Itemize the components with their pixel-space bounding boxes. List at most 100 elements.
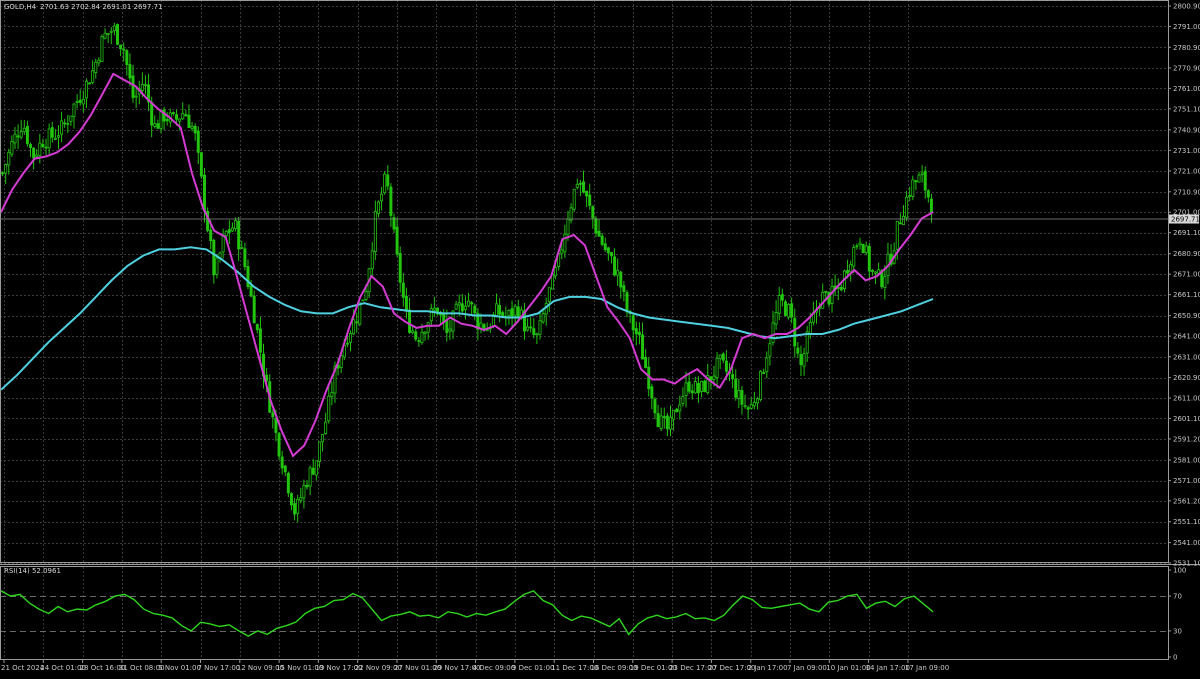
candle-body <box>327 395 331 422</box>
price-tick-label: 2551.10 <box>1173 518 1200 526</box>
candle-body <box>156 123 160 129</box>
candle-body <box>190 125 194 129</box>
candle-body <box>314 460 318 476</box>
candle-body <box>672 409 676 420</box>
time-tick-label: 2 Jan 17:00 <box>748 664 788 672</box>
candle-body <box>852 247 856 267</box>
candle-body <box>516 306 520 319</box>
candle-body <box>591 206 595 219</box>
price-tick-label: 2791.00 <box>1173 23 1200 31</box>
candle-body <box>401 282 405 298</box>
candle-body <box>687 381 691 392</box>
candle-body <box>560 249 564 254</box>
candle-body <box>768 343 772 357</box>
candle-body <box>901 215 905 225</box>
candle-body <box>905 196 909 219</box>
candle-body <box>84 80 88 99</box>
candle-body <box>715 357 719 379</box>
candle-body <box>414 331 418 340</box>
candle-body <box>345 342 349 345</box>
candle-body <box>184 114 188 117</box>
candle-body <box>103 32 107 39</box>
candle-body <box>821 291 825 309</box>
candle-body <box>861 243 865 254</box>
candle-body <box>743 405 747 408</box>
candle-body <box>41 143 45 148</box>
candle-body <box>277 433 281 457</box>
candle-body <box>29 144 33 148</box>
candle-body <box>364 291 368 301</box>
candle-body <box>4 164 8 174</box>
candle-body <box>790 303 794 318</box>
candle-body <box>870 270 874 272</box>
chart-canvas[interactable]: GOLD,H4 2701.63 2702.84 2691.01 2697.71 … <box>0 0 1200 675</box>
candle-body <box>404 295 408 312</box>
candle-body <box>193 125 197 134</box>
candle-body <box>731 374 735 380</box>
candle-body <box>16 135 20 138</box>
candle-body <box>274 417 278 433</box>
candle-body <box>911 179 915 197</box>
candle-body <box>603 243 607 251</box>
ohlc-label: 2701.63 2702.84 2691.01 2697.71 <box>40 3 162 11</box>
candle-body <box>532 328 536 335</box>
time-tick-label: 10 Jan 01:00 <box>826 664 870 672</box>
candle-body <box>230 227 234 232</box>
candle-body <box>35 154 39 157</box>
candle-body <box>171 112 175 115</box>
candle-body <box>131 75 135 98</box>
time-tick-label: 17 Jan 09:00 <box>905 664 949 672</box>
candle-body <box>324 421 328 435</box>
candle-body <box>417 340 421 342</box>
candle-body <box>631 315 635 331</box>
candle-body <box>771 322 775 343</box>
candle-body <box>839 286 843 291</box>
candle-body <box>109 30 113 33</box>
price-tick-label: 2620.90 <box>1173 374 1200 382</box>
candle-body <box>700 381 704 392</box>
price-tick-label: 2680.90 <box>1173 250 1200 258</box>
candle-body <box>66 122 70 125</box>
candle-body <box>600 235 604 245</box>
candle-body <box>283 465 287 473</box>
candle-body <box>752 401 756 407</box>
candle-body <box>32 147 36 159</box>
candle-body <box>355 321 359 324</box>
rsi-tick-label: 0 <box>1173 654 1177 662</box>
candle-body <box>389 186 393 216</box>
candle-body <box>175 114 179 120</box>
candle-body <box>824 290 828 293</box>
candle-body <box>855 245 859 248</box>
candle-body <box>358 302 362 325</box>
candle-body <box>656 413 660 428</box>
candle-body <box>426 322 430 333</box>
price-tick-label: 2650.90 <box>1173 312 1200 320</box>
price-tick-label: 2611.00 <box>1173 395 1200 403</box>
price-tick-label: 2751.10 <box>1173 105 1200 113</box>
candle-body <box>289 493 293 506</box>
chart-window[interactable]: GOLD,H4 2701.63 2702.84 2691.01 2697.71 … <box>0 0 1200 675</box>
candle-body <box>432 307 436 311</box>
candle-body <box>280 456 284 469</box>
price-tick-label: 2541.00 <box>1173 539 1200 547</box>
candle-body <box>541 313 545 323</box>
candle-body <box>81 98 85 105</box>
candle-body <box>684 382 688 396</box>
candle-body <box>606 247 610 254</box>
candle-body <box>746 407 750 410</box>
candle-body <box>125 50 129 65</box>
candle-body <box>467 300 471 307</box>
candle-body <box>765 357 769 373</box>
candle-body <box>448 328 452 332</box>
candle-body <box>395 226 399 255</box>
price-tick-label: 2561.20 <box>1173 497 1200 505</box>
candle-body <box>78 99 82 103</box>
candle-body <box>510 308 514 318</box>
candle-body <box>675 408 679 413</box>
candle-body <box>308 467 312 487</box>
candle-body <box>535 333 539 336</box>
candle-body <box>513 305 517 316</box>
price-tick-label: 2641.00 <box>1173 333 1200 341</box>
candle-body <box>178 118 182 122</box>
candle-body <box>734 378 738 398</box>
